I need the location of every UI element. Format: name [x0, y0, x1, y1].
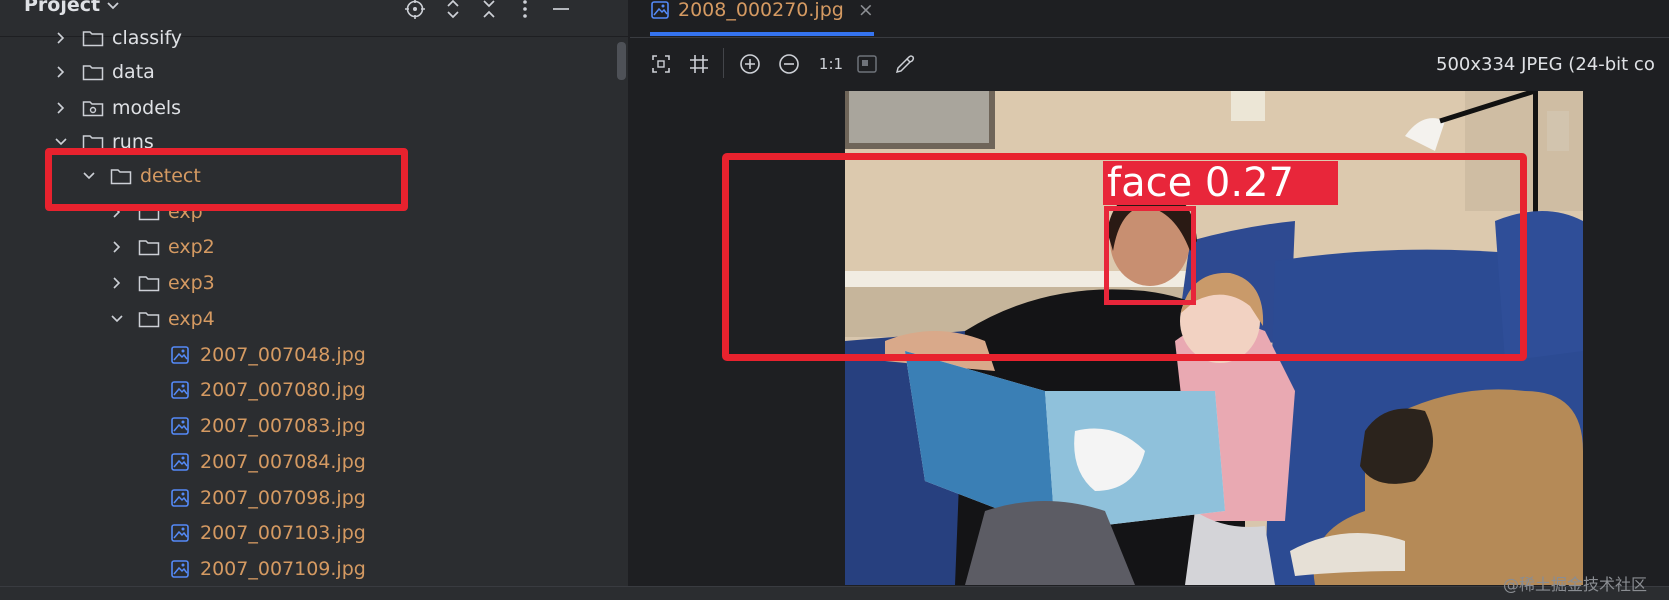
- tab-bar-divider: [630, 37, 1669, 38]
- tab-label: 2008_000270.jpg: [678, 0, 844, 21]
- highlight-detect-folder: [45, 148, 408, 211]
- tree-scrollbar[interactable]: [617, 42, 626, 80]
- actual-size-label: 1:1: [818, 55, 844, 73]
- tree-item-label: classify: [112, 27, 183, 49]
- more-options-icon[interactable]: [512, 0, 538, 22]
- highlight-detection-region: [722, 153, 1527, 361]
- image-info: 500x334 JPEG (24-bit co: [1436, 54, 1655, 75]
- tree-item-label: 2007_007098.jpg: [200, 487, 366, 509]
- chevron-right-icon[interactable]: [110, 276, 124, 290]
- tree-item-exp4[interactable]: exp4: [0, 301, 612, 337]
- image-file-icon: [170, 488, 192, 508]
- tree-item-exp3[interactable]: exp3: [0, 265, 612, 301]
- image-toolbar: 1:1 500x334 JPEG (24-bit co: [630, 46, 1669, 82]
- project-title: Project: [24, 0, 101, 16]
- tree-item-models[interactable]: models: [0, 90, 612, 126]
- tree-item-classify[interactable]: classify: [0, 20, 612, 56]
- tree-item-label: 2007_007109.jpg: [200, 558, 366, 580]
- image-file-icon: [170, 416, 192, 436]
- folder-icon: [138, 273, 160, 293]
- minimize-icon[interactable]: [548, 0, 574, 22]
- close-icon[interactable]: ×: [858, 0, 874, 21]
- chevron-down-icon[interactable]: [110, 312, 124, 326]
- tree-item-image-file[interactable]: 2007_007109.jpg: [0, 551, 612, 586]
- editor-tab[interactable]: 2008_000270.jpg ×: [650, 0, 874, 36]
- project-view-selector[interactable]: Project: [24, 0, 120, 16]
- tree-item-label: 2007_007048.jpg: [200, 344, 366, 366]
- chevron-right-icon[interactable]: [110, 240, 124, 254]
- image-file-icon: [170, 559, 192, 579]
- chevron-right-icon[interactable]: [54, 65, 68, 79]
- tree-item-label: 2007_007084.jpg: [200, 451, 366, 473]
- chevron-right-icon[interactable]: [54, 101, 68, 115]
- actual-size-button[interactable]: 1:1: [814, 50, 848, 78]
- project-panel: Project classify data models runs detect…: [0, 0, 628, 586]
- tree-item-exp2[interactable]: exp2: [0, 229, 612, 265]
- image-file-icon: [170, 523, 192, 543]
- color-picker-icon[interactable]: [891, 50, 919, 78]
- fit-zoom-icon[interactable]: [647, 50, 675, 78]
- chevron-right-icon[interactable]: [54, 31, 68, 45]
- tree-item-label: data: [112, 61, 155, 83]
- watermark: @稀土掘金技术社区: [1503, 575, 1648, 594]
- tree-item-label: 2007_007103.jpg: [200, 522, 366, 544]
- chevron-down-icon[interactable]: [54, 135, 68, 149]
- image-file-icon: [170, 345, 192, 365]
- zoom-out-icon[interactable]: [775, 50, 803, 78]
- tree-item-label: exp4: [168, 308, 215, 330]
- locate-icon[interactable]: [402, 0, 428, 22]
- tree-item-label: models: [112, 97, 182, 119]
- tree-item-data[interactable]: data: [0, 54, 612, 90]
- zoom-in-icon[interactable]: [736, 50, 764, 78]
- background-icon[interactable]: [853, 50, 881, 78]
- image-file-icon: [170, 380, 192, 400]
- image-file-icon: [650, 0, 670, 20]
- collapse-all-icon[interactable]: [476, 0, 502, 22]
- expand-all-icon[interactable]: [440, 0, 466, 22]
- chevron-down-icon: [106, 0, 120, 16]
- tree-item-label: exp2: [168, 236, 215, 258]
- folder-icon: [138, 237, 160, 257]
- tree-item-image-file[interactable]: 2007_007048.jpg: [0, 337, 612, 373]
- project-tree: classify data models runs detect exp exp…: [0, 24, 612, 586]
- tree-item-label: 2007_007083.jpg: [200, 415, 366, 437]
- folder-icon: [138, 309, 160, 329]
- grid-icon[interactable]: [685, 50, 713, 78]
- tree-item-image-file[interactable]: 2007_007080.jpg: [0, 372, 612, 408]
- tree-item-label: exp3: [168, 272, 215, 294]
- tree-item-image-file[interactable]: 2007_007083.jpg: [0, 408, 612, 444]
- toolbar-separator: [723, 48, 724, 78]
- tree-item-image-file[interactable]: 2007_007098.jpg: [0, 480, 612, 516]
- package-folder-icon: [82, 98, 104, 118]
- tree-item-image-file[interactable]: 2007_007103.jpg: [0, 515, 612, 551]
- tree-item-image-file[interactable]: 2007_007084.jpg: [0, 444, 612, 480]
- status-strip: [0, 586, 1669, 600]
- folder-icon: [82, 28, 104, 48]
- image-file-icon: [170, 452, 192, 472]
- tree-item-label: 2007_007080.jpg: [200, 379, 366, 401]
- folder-icon: [82, 62, 104, 82]
